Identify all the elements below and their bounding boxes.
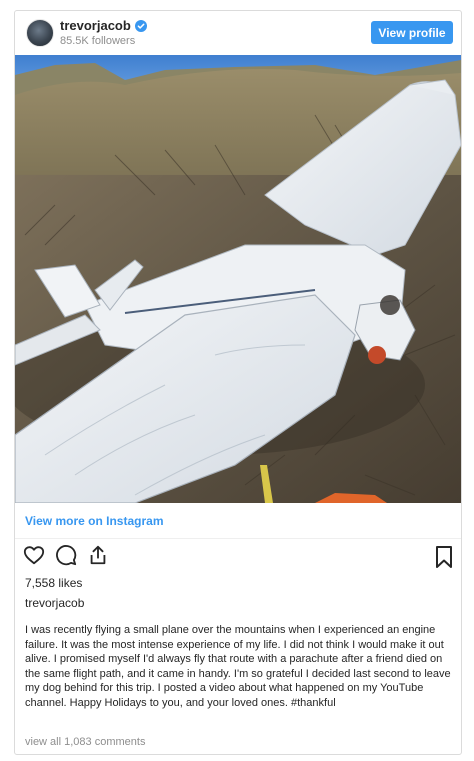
instagram-embed-card: trevorjacob 85.5K followers View profile xyxy=(14,10,462,755)
bookmark-icon xyxy=(436,546,452,568)
verified-badge-icon xyxy=(134,19,147,32)
save-button[interactable] xyxy=(435,546,453,568)
post-header: trevorjacob 85.5K followers View profile xyxy=(15,11,461,55)
post-photo[interactable] xyxy=(15,55,461,503)
username[interactable]: trevorjacob xyxy=(60,18,131,33)
follower-count: 85.5K followers xyxy=(60,35,136,47)
divider xyxy=(15,538,461,539)
avatar[interactable] xyxy=(26,19,54,47)
like-count: 7,558 likes xyxy=(25,576,83,590)
share-icon[interactable] xyxy=(87,544,109,566)
view-all-comments-link[interactable]: view all 1,083 comments xyxy=(25,736,145,748)
view-profile-button[interactable]: View profile xyxy=(371,21,453,44)
username-row: trevorjacob xyxy=(60,18,147,33)
post-author[interactable]: trevorjacob xyxy=(25,596,84,610)
crashed-plane-image xyxy=(15,55,461,503)
comment-bubble-icon[interactable] xyxy=(55,544,77,566)
post-caption: I was recently flying a small plane over… xyxy=(25,624,451,709)
action-bar xyxy=(23,544,109,570)
view-more-on-instagram-link[interactable]: View more on Instagram xyxy=(25,514,164,528)
heart-icon[interactable] xyxy=(23,544,45,566)
